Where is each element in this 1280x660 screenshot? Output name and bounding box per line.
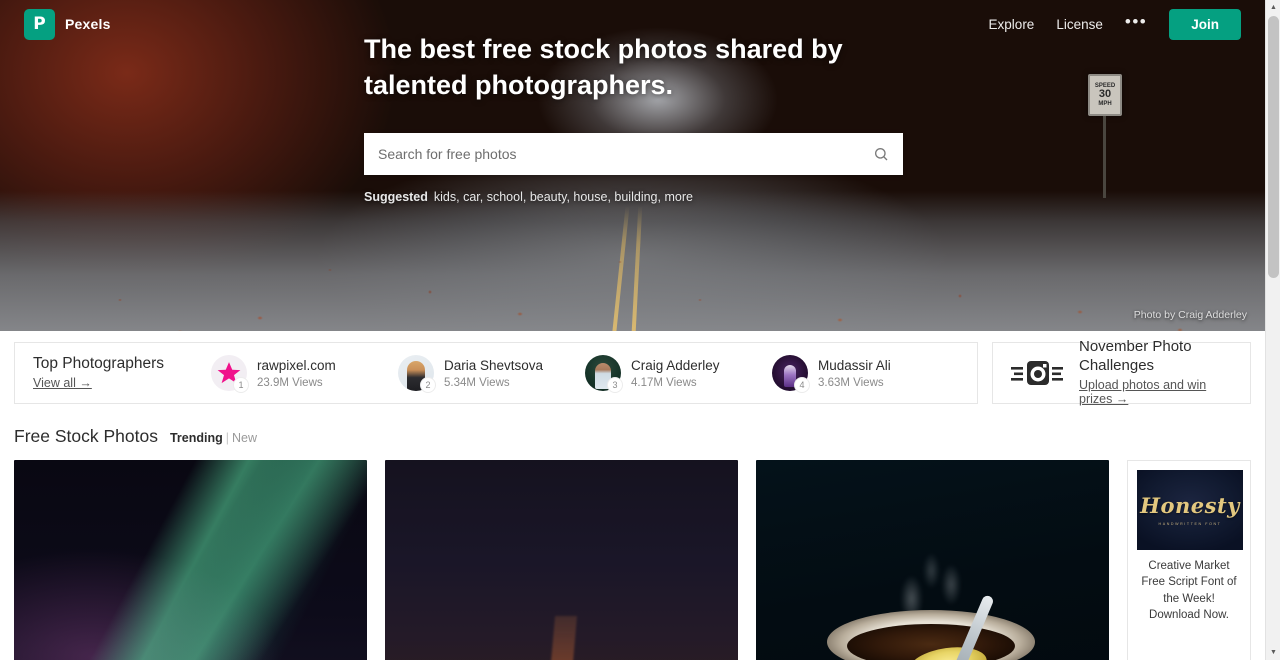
tab-separator: | <box>225 431 229 445</box>
nav-right-group: Explore License ••• Join <box>989 8 1241 40</box>
speed-limit-sign: SPEED 30 MPH <box>1088 74 1122 116</box>
challenge-title: November Photo Challenges <box>1079 338 1192 374</box>
scroll-up-arrow-icon[interactable]: ▲ <box>1266 0 1280 15</box>
ad-text: Creative Market Free Script Font of the … <box>1141 560 1237 621</box>
photographer-name: rawpixel.com <box>257 358 336 374</box>
ad-image: Honesty HANDWRITTEN FONT <box>1137 470 1243 550</box>
tag-house[interactable]: house <box>573 190 607 204</box>
top-photographers-header: Top Photographers View all → <box>33 354 211 391</box>
photographer-views: 5.34M Views <box>444 376 510 389</box>
tab-trending[interactable]: Trending <box>170 431 223 445</box>
tag-building[interactable]: building <box>614 190 657 204</box>
tag-school[interactable]: school <box>487 190 523 204</box>
photographer-item-2[interactable]: 2 Daria Shevtsova 5.34M Views <box>398 355 585 393</box>
search-bar[interactable] <box>364 133 903 176</box>
hero-photo-credit[interactable]: Photo by Craig Adderley <box>1134 309 1247 321</box>
challenge-upload-link[interactable]: Upload photos and win prizes → <box>1079 378 1234 406</box>
nav-item-license[interactable]: License <box>1056 17 1103 32</box>
suggested-tags: Suggested kids, car, school, beauty, hous… <box>364 190 693 205</box>
hot-tea-photo[interactable] <box>756 460 1109 660</box>
gallery-header: Free Stock Photos Trending | New <box>0 404 1265 447</box>
search-input[interactable] <box>378 146 873 163</box>
photographer-info: rawpixel.com 23.9M Views <box>257 357 336 388</box>
camera-icon <box>1011 361 1063 385</box>
brand-name: Pexels <box>65 16 111 32</box>
photo-challenge-card[interactable]: November Photo Challenges Upload photos … <box>992 338 1251 406</box>
hero-content: The best free stock photos shared by tal… <box>364 32 903 204</box>
sign-bottom-text: MPH <box>1098 100 1112 107</box>
avatar-wrapper: 2 <box>398 355 436 393</box>
avatar-wrapper: 3 <box>585 355 623 393</box>
rank-badge: 3 <box>607 377 623 393</box>
suggested-label: Suggested <box>364 190 428 205</box>
photographer-views: 4.17M Views <box>631 376 697 389</box>
ad-image-subtitle: HANDWRITTEN FONT <box>1158 521 1222 526</box>
rank-badge: 1 <box>233 377 249 393</box>
tag-more[interactable]: more <box>664 190 692 204</box>
photographer-info: Daria Shevtsova 5.34M Views <box>444 357 543 388</box>
photographers-strip: Top Photographers View all → 1 rawpixel.… <box>0 331 1265 406</box>
brand-logo-link[interactable]: P Pexels <box>24 8 111 40</box>
tea-cup <box>813 552 1053 660</box>
sign-number: 30 <box>1098 88 1112 101</box>
photographer-name: Craig Adderley <box>631 358 720 374</box>
photographer-item-3[interactable]: 3 Craig Adderley 4.17M Views <box>585 355 772 393</box>
rank-badge: 2 <box>420 377 436 393</box>
nav-item-explore[interactable]: Explore <box>989 17 1035 32</box>
photographer-item-1[interactable]: 1 rawpixel.com 23.9M Views <box>211 355 398 393</box>
more-options-icon[interactable]: ••• <box>1125 13 1147 36</box>
photo-grid: Honesty HANDWRITTEN FONT Creative Market… <box>0 447 1265 660</box>
ad-image-word: Honesty <box>1140 492 1240 518</box>
search-icon[interactable] <box>873 146 889 162</box>
photographer-views: 3.63M Views <box>818 376 884 389</box>
pexels-logo-icon[interactable]: P <box>24 8 55 40</box>
night-cityscape-photo[interactable] <box>385 460 738 660</box>
tab-new[interactable]: New <box>232 431 257 445</box>
gallery-title: Free Stock Photos <box>14 426 158 446</box>
view-all-link[interactable]: View all → <box>33 376 92 390</box>
aurora-borealis-photo[interactable] <box>14 460 367 660</box>
page-content: SPEED 30 MPH P Pexels Explore License ••… <box>0 0 1265 660</box>
top-navigation-bar: P Pexels Explore License ••• Join <box>0 0 1265 48</box>
hero-banner: SPEED 30 MPH P Pexels Explore License ••… <box>0 0 1265 331</box>
top-photographers-card: Top Photographers View all → 1 rawpixel.… <box>14 342 978 404</box>
scrollbar-thumb[interactable] <box>1268 16 1279 278</box>
scroll-down-arrow-icon[interactable]: ▼ <box>1266 645 1280 660</box>
avatar-wrapper: 1 <box>211 355 249 393</box>
tag-kids[interactable]: kids <box>434 190 456 204</box>
advertisement-card[interactable]: Honesty HANDWRITTEN FONT Creative Market… <box>1127 460 1251 660</box>
rank-badge: 4 <box>794 377 810 393</box>
photographer-name: Mudassir Ali <box>818 358 891 374</box>
sign-pole <box>1103 116 1106 198</box>
tag-car[interactable]: car <box>463 190 480 204</box>
avatar-wrapper: 4 <box>772 355 810 393</box>
challenge-text-group: November Photo Challenges Upload photos … <box>1079 338 1234 408</box>
gallery-tabs: Trending | New <box>170 431 257 445</box>
top-photographers-title: Top Photographers <box>33 355 164 373</box>
photographer-info: Mudassir Ali 3.63M Views <box>818 357 891 388</box>
tag-beauty[interactable]: beauty <box>530 190 567 204</box>
photographer-item-4[interactable]: 4 Mudassir Ali 3.63M Views <box>772 355 959 393</box>
vertical-scrollbar[interactable]: ▲ ▼ <box>1265 0 1280 660</box>
photographer-name: Daria Shevtsova <box>444 358 544 374</box>
photographer-info: Craig Adderley 4.17M Views <box>631 357 720 388</box>
browser-viewport: SPEED 30 MPH P Pexels Explore License ••… <box>0 0 1280 660</box>
photographer-views: 23.9M Views <box>257 376 323 389</box>
join-button[interactable]: Join <box>1169 8 1241 40</box>
